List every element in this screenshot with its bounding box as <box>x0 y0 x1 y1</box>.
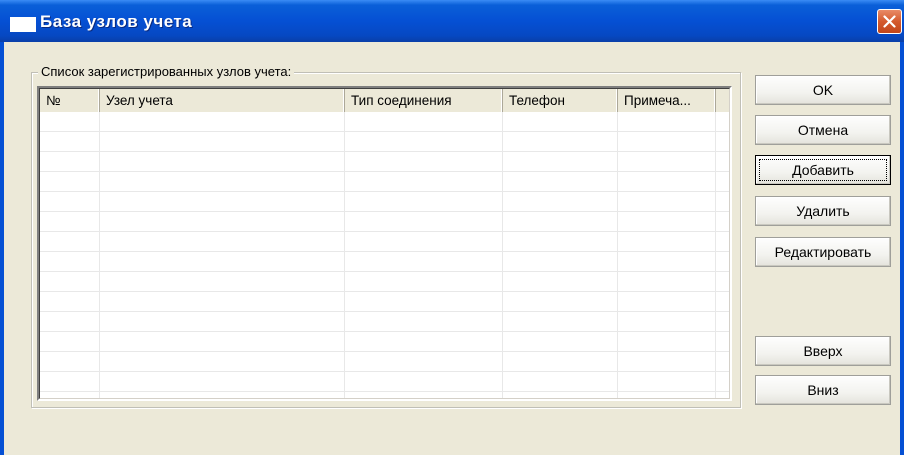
empty-table-row <box>40 252 729 272</box>
empty-table-row <box>40 112 729 132</box>
window-title: База узлов учета <box>40 12 193 31</box>
ok-button[interactable]: OK <box>755 75 891 105</box>
empty-table-row <box>40 312 729 332</box>
column-header-connection-type[interactable]: Тип соединения <box>345 89 503 112</box>
empty-table-row <box>40 212 729 232</box>
edit-button[interactable]: Редактировать <box>755 237 891 267</box>
column-header-node[interactable]: Узел учета <box>100 89 345 112</box>
groupbox-label: Список зарегистрированных узлов учета: <box>38 64 295 79</box>
nodes-list[interactable]: № Узел учета Тип соединения Телефон Прим… <box>37 86 732 401</box>
empty-table-row <box>40 152 729 172</box>
window-frame-right <box>900 42 904 455</box>
window-frame-left <box>0 42 4 455</box>
empty-table-row <box>40 272 729 292</box>
grid-line <box>502 112 503 398</box>
add-button-label: Добавить <box>759 159 887 181</box>
column-header-note[interactable]: Примеча... <box>618 89 716 112</box>
empty-table-row <box>40 292 729 312</box>
empty-table-row <box>40 352 729 372</box>
column-header-number[interactable]: № <box>40 89 100 112</box>
window-icon <box>10 17 36 32</box>
grid-line <box>99 112 100 398</box>
cancel-button[interactable]: Отмена <box>755 115 891 145</box>
column-header-phone[interactable]: Телефон <box>503 89 618 112</box>
empty-table-row <box>40 332 729 352</box>
empty-table-row <box>40 392 729 398</box>
empty-table-row <box>40 232 729 252</box>
close-button[interactable] <box>877 9 902 34</box>
empty-table-row <box>40 132 729 152</box>
grid-line <box>344 112 345 398</box>
delete-button[interactable]: Удалить <box>755 196 891 226</box>
empty-table-row <box>40 372 729 392</box>
down-button[interactable]: Вниз <box>755 375 891 405</box>
title-bar[interactable]: База узлов учета <box>0 0 904 42</box>
empty-table-row <box>40 172 729 192</box>
empty-table-row <box>40 192 729 212</box>
grid-line <box>715 112 716 398</box>
close-icon <box>883 15 896 28</box>
add-button[interactable]: Добавить <box>755 155 891 185</box>
grid-line <box>617 112 618 398</box>
list-header: № Узел учета Тип соединения Телефон Прим… <box>40 89 729 112</box>
column-header-filler <box>716 89 729 112</box>
dialog-window: База узлов учета Список зарегистрированн… <box>0 0 904 455</box>
up-button[interactable]: Вверх <box>755 336 891 366</box>
list-rows <box>40 112 729 398</box>
